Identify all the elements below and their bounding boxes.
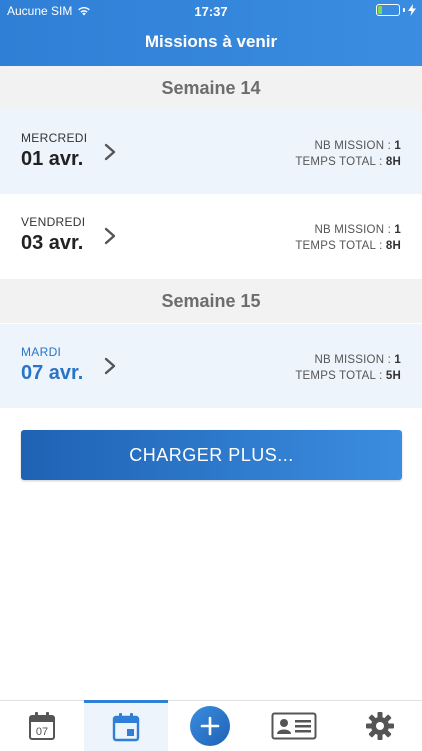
day-name: MARDI [21,345,62,359]
app-header: Aucune SIM 17:37 Missions à venir [0,0,422,66]
plus-icon [200,716,220,736]
tab-settings[interactable] [338,701,422,751]
chevron-right-icon [104,143,116,161]
week-header: Semaine 14 [0,66,422,110]
status-bar: Aucune SIM 17:37 [0,0,422,22]
gear-icon [366,712,394,740]
page-title: Missions à venir [144,32,278,51]
day-name: VENDREDI [21,215,86,229]
day-date: 01 avr. [21,148,84,170]
day-row-01-avr[interactable]: MERCREDI 01 avr. NB MISSION : 1 TEMPS TO… [0,110,422,194]
status-right [376,4,416,16]
day-name: MERCREDI [21,131,88,145]
day-row-03-avr[interactable]: VENDREDI 03 avr. NB MISSION : 1 TEMPS TO… [0,194,422,278]
charging-bolt-icon [408,4,416,16]
day-row-07-avr[interactable]: MARDI 07 avr. NB MISSION : 1 TEMPS TOTAL… [0,324,422,408]
status-time: 17:37 [194,4,228,19]
week-header: Semaine 15 [0,279,422,323]
tab-add[interactable] [168,701,252,751]
day-stats: NB MISSION : 1 TEMPS TOTAL : 5H [295,354,401,382]
add-mission-button[interactable] [190,706,230,746]
chevron-right-icon [104,227,116,245]
chevron-right-icon [104,357,116,375]
calendar-day-icon: 07 [29,712,55,740]
load-more-button[interactable]: CHARGER PLUS... [21,430,402,480]
day-stats: NB MISSION : 1 TEMPS TOTAL : 8H [295,140,401,168]
battery-icon [376,4,400,16]
tab-calendar-day[interactable]: 07 [0,701,84,751]
calendar-week-icon [112,713,140,742]
day-stats: NB MISSION : 1 TEMPS TOTAL : 8H [295,224,401,252]
tab-calendar-week[interactable] [84,700,168,751]
day-date: 03 avr. [21,232,84,254]
calendar-day-number: 07 [36,726,48,738]
day-date: 07 avr. [21,362,84,384]
id-card-icon [271,712,317,740]
tab-bar: 07 [0,700,422,751]
tab-profile[interactable] [252,701,336,751]
battery-tip [403,8,405,12]
